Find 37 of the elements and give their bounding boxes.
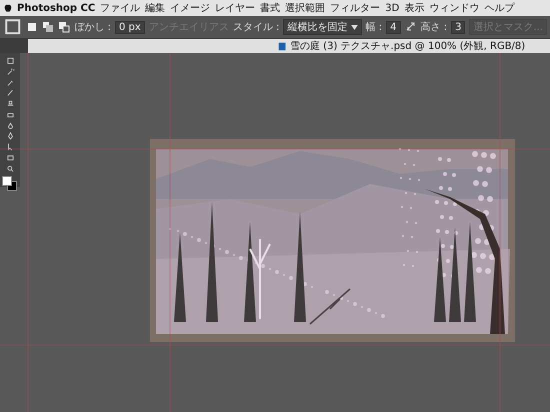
document-title: 雪の庭 (3) テクスチャ.psd @ 100% (外観, RGB/8) [290, 40, 526, 53]
height-label: 高さ : [420, 20, 448, 34]
menu-item[interactable]: ウィンドウ [429, 1, 480, 15]
menu-item[interactable]: 書式 [260, 1, 280, 15]
document-icon [278, 42, 287, 50]
rectangle-icon[interactable] [4, 154, 16, 162]
menu-item[interactable]: レイヤー [215, 1, 256, 15]
chevron-icon [350, 25, 358, 30]
subtract-selection-icon[interactable] [58, 21, 70, 33]
swap-icon[interactable] [404, 21, 417, 33]
menu-item[interactable]: 3D [385, 2, 400, 14]
marquee-icon[interactable] [4, 57, 16, 65]
feather-field[interactable]: 0 px [115, 20, 145, 34]
menu-item[interactable]: 編集 [145, 1, 166, 15]
style-label: スタイル : [232, 21, 280, 34]
width-field[interactable]: 4 [386, 20, 401, 34]
width-label: 幅 : [366, 21, 382, 34]
feather-label: ぼかし : [74, 21, 112, 34]
menu-item[interactable]: 表示 [404, 1, 424, 15]
add-selection-icon[interactable] [42, 21, 54, 33]
brush-icon[interactable] [4, 89, 16, 98]
zoom-icon[interactable] [4, 164, 16, 173]
eyedropper-icon[interactable] [4, 78, 16, 86]
apple-icon[interactable] [4, 3, 12, 13]
style-dropdown[interactable]: 縦横比を固定 [283, 19, 362, 35]
wand-icon[interactable] [4, 68, 16, 76]
height-field[interactable]: 3 [451, 20, 466, 34]
menu-item[interactable]: ヘルプ [484, 1, 514, 15]
menu-item[interactable]: フィルター [330, 1, 380, 15]
menu-item[interactable]: ファイル [100, 1, 140, 15]
new-selection-icon[interactable] [26, 21, 38, 33]
menu-item[interactable]: 選択範囲 [285, 1, 326, 15]
menu-item[interactable]: イメージ [170, 1, 210, 15]
marquee-icon[interactable] [3, 17, 22, 37]
document-tab[interactable]: 雪の庭 (3) テクスチャ.psd @ 100% (外観, RGB/8) [28, 39, 550, 53]
app-menu[interactable]: Photoshop CC [17, 2, 96, 14]
eraser-icon[interactable] [4, 110, 16, 119]
